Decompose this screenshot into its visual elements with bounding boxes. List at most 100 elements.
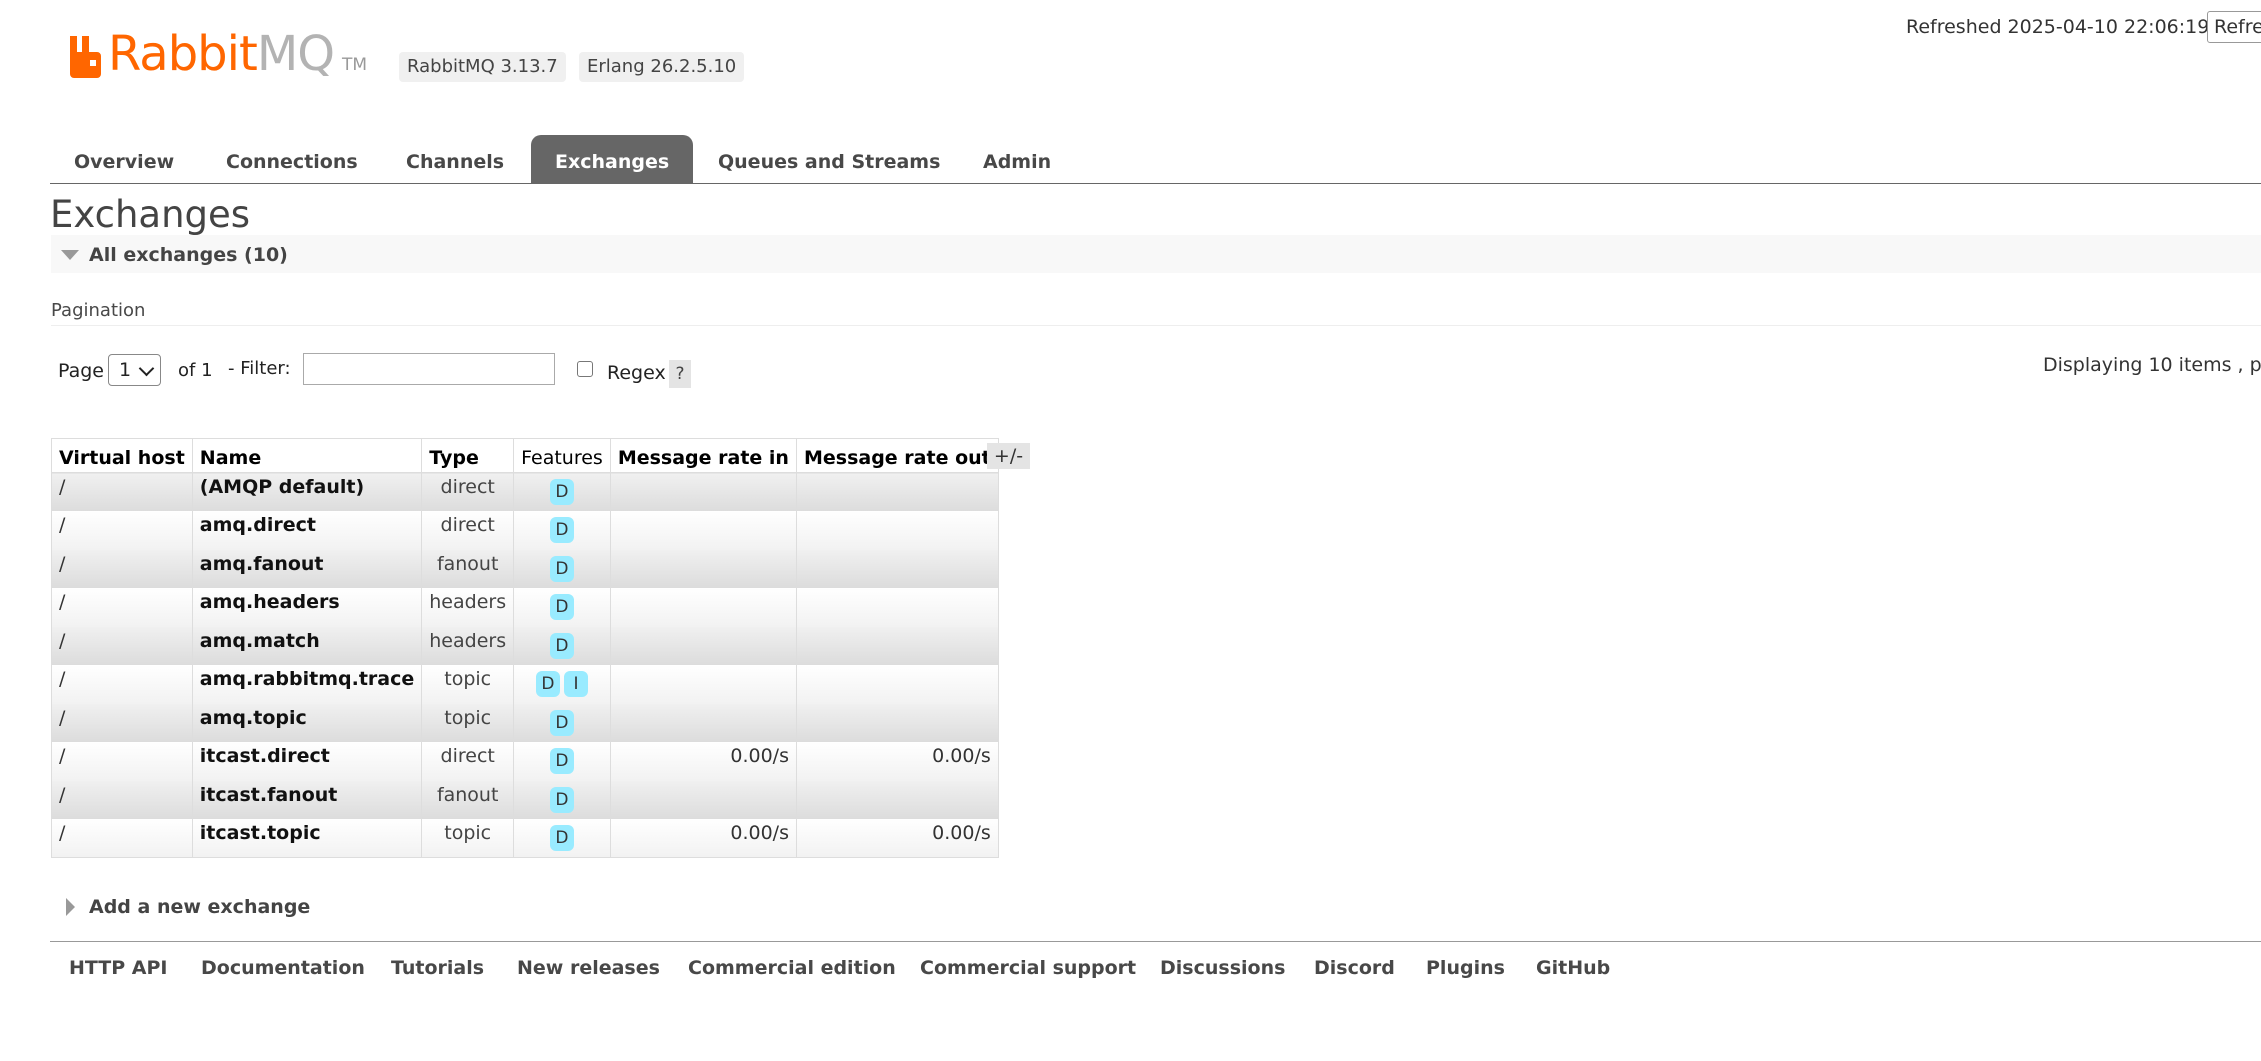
filter-input[interactable]: [303, 353, 555, 385]
tab-overview[interactable]: Overview: [50, 135, 198, 183]
cell-type: topic: [421, 665, 515, 704]
footer-link-plugins[interactable]: Plugins: [1426, 955, 1505, 981]
cell-type: direct: [421, 472, 515, 511]
column-header-features: Features: [513, 438, 611, 473]
cell-rate-out: 0.00/s: [795, 742, 999, 781]
cell-rate-out: [795, 780, 999, 819]
feature-badge-durable[interactable]: D: [549, 479, 574, 505]
footer-link-documentation[interactable]: Documentation: [201, 955, 365, 981]
table-row: / amq.rabbitmq.trace topic DI: [51, 665, 999, 704]
feature-badge-durable[interactable]: D: [549, 632, 574, 659]
column-header-name[interactable]: Name: [191, 438, 423, 473]
pagination-divider: [51, 325, 2261, 326]
table-row: / amq.topic topic D: [51, 703, 999, 742]
cell-name-link[interactable]: amq.topic: [191, 703, 423, 742]
cell-name-link[interactable]: amq.rabbitmq.trace: [191, 665, 423, 704]
feature-badge-durable[interactable]: D: [549, 786, 574, 813]
feature-badge-internal[interactable]: I: [563, 671, 588, 697]
tab-admin[interactable]: Admin: [959, 135, 1075, 183]
cell-rate-in: [609, 588, 797, 627]
cell-vhost: /: [51, 703, 193, 742]
logo-wordmark: RabbitMQ: [108, 30, 335, 78]
all-exchanges-section-header[interactable]: All exchanges (10): [51, 235, 2261, 273]
footer-link-new-releases[interactable]: New releases: [517, 955, 660, 981]
cell-name-link[interactable]: amq.direct: [191, 511, 423, 550]
footer-link-github[interactable]: GitHub: [1536, 955, 1610, 981]
cell-rate-in: [609, 472, 797, 511]
feature-badge-durable[interactable]: D: [535, 671, 560, 697]
triangle-right-icon: [66, 898, 75, 916]
feature-badge-durable[interactable]: D: [549, 594, 574, 620]
cell-name-link[interactable]: itcast.topic: [191, 819, 423, 858]
displaying-items-text: Displaying 10 items , pa: [2043, 354, 2261, 376]
table-row: / amq.headers headers D: [51, 588, 999, 627]
feature-badge-durable[interactable]: D: [549, 709, 574, 736]
cell-name-link[interactable]: amq.match: [191, 626, 423, 665]
rabbitmq-logo-icon: [70, 36, 101, 78]
page-count-label: of 1: [178, 360, 213, 381]
footer-link-tutorials[interactable]: Tutorials: [391, 955, 484, 981]
cell-vhost: /: [51, 742, 193, 781]
feature-badge-durable[interactable]: D: [549, 825, 574, 851]
footer-link-discussions[interactable]: Discussions: [1160, 955, 1285, 981]
cell-vhost: /: [51, 780, 193, 819]
column-header-message-rate-out[interactable]: Message rate out: [795, 438, 999, 473]
section-title: All exchanges (10): [89, 244, 288, 266]
cell-vhost: /: [51, 819, 193, 858]
cell-name-link[interactable]: itcast.fanout: [191, 780, 423, 819]
cell-name-link[interactable]: (AMQP default): [191, 472, 423, 511]
tab-channels[interactable]: Channels: [382, 135, 528, 183]
cell-features: DI: [513, 665, 611, 704]
cell-features: D: [513, 742, 611, 781]
cell-rate-in: [609, 703, 797, 742]
footer-link-discord[interactable]: Discord: [1314, 955, 1395, 981]
footer: HTTP API Documentation Tutorials New rel…: [50, 941, 2261, 986]
cell-features: D: [513, 626, 611, 665]
cell-name-link[interactable]: amq.fanout: [191, 549, 423, 588]
cell-vhost: /: [51, 665, 193, 704]
logo-rabbit-text: Rabbit: [108, 26, 258, 82]
tab-exchanges[interactable]: Exchanges: [531, 135, 694, 183]
feature-badge-durable[interactable]: D: [549, 748, 574, 774]
table-row: / itcast.topic topic D 0.00/s 0.00/s: [51, 819, 999, 858]
table-row: / amq.match headers D: [51, 626, 999, 665]
column-toggle-button[interactable]: +/-: [987, 443, 1030, 469]
footer-link-http-api[interactable]: HTTP API: [69, 955, 168, 981]
cell-vhost: /: [51, 588, 193, 627]
cell-rate-out: [795, 511, 999, 550]
column-header-message-rate-in[interactable]: Message rate in: [609, 438, 797, 473]
cell-rate-in: 0.00/s: [609, 819, 797, 858]
cell-rate-out: [795, 549, 999, 588]
filter-label: - Filter:: [228, 358, 291, 379]
cell-rate-out: [795, 472, 999, 511]
regex-checkbox[interactable]: [577, 361, 593, 377]
cell-name-link[interactable]: itcast.direct: [191, 742, 423, 781]
exchanges-table: Virtual host Name Type Features Message …: [51, 438, 999, 858]
cell-rate-out: 0.00/s: [795, 819, 999, 858]
tab-connections[interactable]: Connections: [202, 135, 382, 183]
page-select-value: 1: [119, 359, 132, 381]
table-row: / amq.direct direct D: [51, 511, 999, 550]
cell-type: fanout: [421, 549, 515, 588]
cell-rate-out: [795, 626, 999, 665]
rabbitmq-logo[interactable]: RabbitMQ TM: [68, 26, 367, 78]
feature-badge-durable[interactable]: D: [549, 555, 574, 582]
cell-rate-out: [795, 703, 999, 742]
triangle-down-icon: [61, 250, 79, 260]
tab-queues-and-streams[interactable]: Queues and Streams: [694, 135, 964, 183]
footer-link-commercial-support[interactable]: Commercial support: [920, 955, 1136, 981]
main-nav-tabs: Overview Connections Channels Exchanges …: [50, 133, 2261, 184]
page-select[interactable]: 1: [108, 354, 161, 386]
feature-badge-durable[interactable]: D: [549, 517, 574, 543]
logo-mq-text: MQ: [256, 26, 335, 82]
refresh-interval-select[interactable]: Refre: [2207, 11, 2261, 43]
cell-name-link[interactable]: amq.headers: [191, 588, 423, 627]
regex-help-button[interactable]: ?: [669, 360, 691, 388]
footer-link-commercial-edition[interactable]: Commercial edition: [688, 955, 896, 981]
table-row: / (AMQP default) direct D: [51, 472, 999, 511]
logo-trademark: TM: [342, 55, 368, 75]
column-header-virtual-host[interactable]: Virtual host: [51, 438, 193, 473]
add-exchange-label: Add a new exchange: [89, 896, 311, 918]
column-header-type[interactable]: Type: [421, 438, 515, 473]
cell-features: D: [513, 472, 611, 511]
